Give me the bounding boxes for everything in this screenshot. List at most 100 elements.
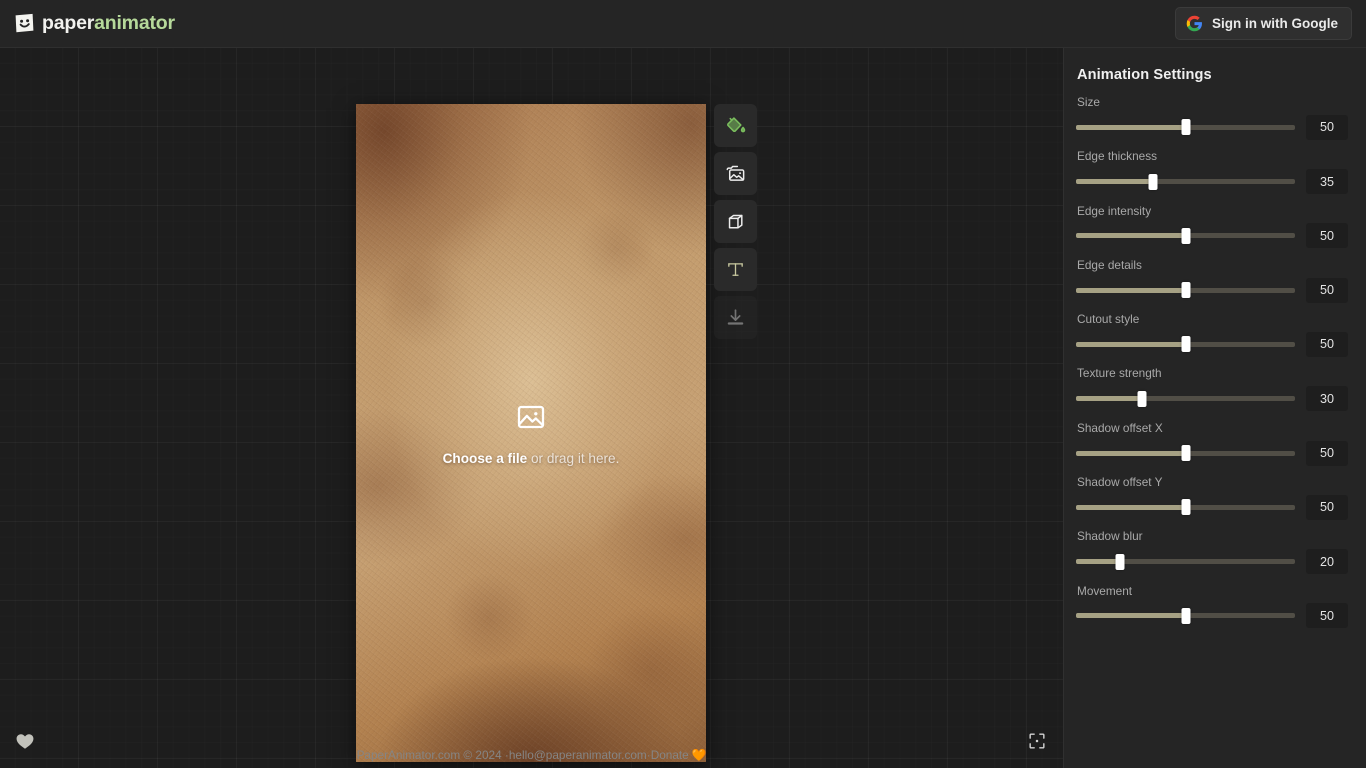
setting-row: 50 [1076, 223, 1348, 249]
setting-value-input[interactable]: 50 [1306, 494, 1348, 520]
setting-value-input[interactable]: 30 [1306, 386, 1348, 412]
slider-thumb[interactable] [1181, 282, 1190, 299]
setting-value-input[interactable]: 50 [1306, 603, 1348, 629]
setting-value-input[interactable]: 35 [1306, 169, 1348, 195]
setting-size: Size 50 [1076, 95, 1348, 140]
setting-label: Size [1077, 95, 1100, 109]
setting-slider[interactable] [1076, 607, 1295, 624]
setting-edge-thickness: Edge thickness 35 [1076, 149, 1348, 195]
app-footer: PaperAnimator.com © 2024 · hello@paperan… [0, 742, 1063, 768]
slider-fill [1076, 124, 1186, 130]
box-3d-icon [725, 211, 746, 232]
animation-settings-panel: Animation Settings Size 50 Edge thickness 3… [1063, 48, 1366, 768]
slider-fill [1076, 396, 1142, 402]
settings-controls-list: Size 50 Edge thickness 35 Edge intensity 50 Ed… [1076, 95, 1348, 629]
setting-label: Edge thickness [1077, 149, 1158, 164]
canvas-toolbar [714, 104, 757, 339]
slider-fill [1076, 179, 1153, 185]
setting-row: 20 [1076, 549, 1348, 575]
setting-label: Movement [1077, 583, 1133, 598]
dropzone-content: Choose a file or drag it here. [443, 401, 620, 466]
slider-thumb[interactable] [1181, 119, 1190, 136]
background-image-button[interactable] [714, 152, 757, 195]
slider-thumb[interactable] [1137, 390, 1147, 407]
slider-fill [1076, 504, 1186, 510]
setting-label: Edge intensity [1077, 203, 1152, 218]
slider-fill [1076, 287, 1186, 293]
setting-value-input[interactable]: 50 [1306, 440, 1348, 466]
download-button[interactable] [714, 296, 757, 339]
slider-thumb[interactable] [1181, 499, 1190, 516]
setting-row: 50 [1076, 277, 1348, 303]
footer-donate-link[interactable]: Donate [651, 748, 689, 762]
paint-bucket-icon [725, 115, 746, 136]
sign-in-with-google-button[interactable]: Sign in with Google [1175, 7, 1352, 40]
setting-value-input[interactable]: 50 [1306, 223, 1348, 249]
choose-a-file-link[interactable]: Choose a file [443, 451, 528, 466]
setting-slider[interactable] [1076, 553, 1295, 570]
setting-shadow-blur: Shadow blur 20 [1076, 529, 1348, 575]
slider-fill [1076, 613, 1186, 619]
setting-value-input[interactable]: 50 [1306, 114, 1348, 140]
setting-slider[interactable] [1076, 227, 1295, 244]
setting-slider[interactable] [1076, 119, 1295, 136]
dropzone-label: Choose a file or drag it here. [443, 450, 620, 466]
add-text-button[interactable] [714, 248, 757, 291]
panel-title: Animation Settings [1077, 67, 1212, 83]
setting-shadow-offset-x: Shadow offset X 50 [1076, 420, 1348, 466]
setting-row: 50 [1076, 440, 1348, 466]
setting-value-input[interactable]: 20 [1306, 549, 1348, 575]
slider-thumb[interactable] [1181, 336, 1190, 353]
setting-slider[interactable] [1076, 336, 1295, 353]
footer-email-link[interactable]: hello@paperanimator.com [509, 748, 647, 762]
setting-label: Shadow offset X [1077, 420, 1163, 435]
download-icon [725, 307, 746, 328]
setting-label: Shadow offset Y [1077, 475, 1163, 490]
setting-slider[interactable] [1076, 390, 1295, 407]
sign-in-label: Sign in with Google [1212, 15, 1338, 31]
image-placeholder-icon [515, 401, 547, 438]
setting-value-input[interactable]: 50 [1306, 277, 1348, 303]
setting-row: 30 [1076, 386, 1348, 412]
setting-row: 50 [1076, 494, 1348, 520]
slider-fill [1076, 233, 1186, 239]
text-icon [725, 259, 746, 280]
app-header: paperanimator Sign in with Google [0, 0, 1366, 48]
setting-movement: Movement 50 [1076, 583, 1348, 629]
setting-texture-strength: Texture strength 30 [1076, 366, 1348, 412]
slider-thumb[interactable] [1148, 173, 1158, 190]
setting-edge-details: Edge details 50 [1076, 257, 1348, 303]
orange-heart-icon: 🧡 [691, 748, 707, 762]
setting-slider[interactable] [1076, 282, 1295, 299]
setting-cutout-style: Cutout style 50 [1076, 312, 1348, 357]
setting-label: Texture strength [1077, 366, 1162, 381]
setting-label: Cutout style [1077, 312, 1140, 327]
slider-fill [1076, 559, 1120, 565]
setting-row: 50 [1076, 603, 1348, 629]
brand-logo[interactable]: paperanimator [14, 13, 175, 34]
brand-title: paperanimator [42, 11, 175, 34]
brand-word-paper: paper [42, 11, 95, 34]
setting-label: Edge details [1077, 257, 1142, 272]
slider-thumb[interactable] [1181, 607, 1190, 624]
setting-shadow-offset-y: Shadow offset Y 50 [1076, 475, 1348, 520]
brand-word-animator: animator [94, 11, 175, 34]
setting-row: 35 [1076, 169, 1348, 195]
slider-fill [1076, 450, 1186, 456]
setting-row: 50 [1076, 331, 1348, 357]
slider-thumb[interactable] [1181, 227, 1190, 244]
paper-dropzone[interactable]: Choose a file or drag it here. [356, 104, 706, 762]
setting-slider[interactable] [1076, 445, 1295, 462]
setting-slider[interactable] [1076, 499, 1295, 516]
setting-value-input[interactable]: 50 [1306, 331, 1348, 357]
slider-thumb[interactable] [1181, 445, 1190, 462]
box-3d-button[interactable] [714, 200, 757, 243]
setting-label: Shadow blur [1077, 529, 1143, 544]
setting-slider[interactable] [1076, 173, 1295, 190]
paint-bucket-button[interactable] [714, 104, 757, 147]
setting-edge-intensity: Edge intensity 50 [1076, 203, 1348, 249]
canvas-stage[interactable]: Choose a file or drag it here. 720 x 128… [0, 48, 1063, 768]
drag-hint-text: or drag it here. [527, 450, 620, 466]
slider-thumb[interactable] [1115, 553, 1125, 570]
footer-copyright: PaperAnimator.com © 2024 · [356, 748, 509, 762]
